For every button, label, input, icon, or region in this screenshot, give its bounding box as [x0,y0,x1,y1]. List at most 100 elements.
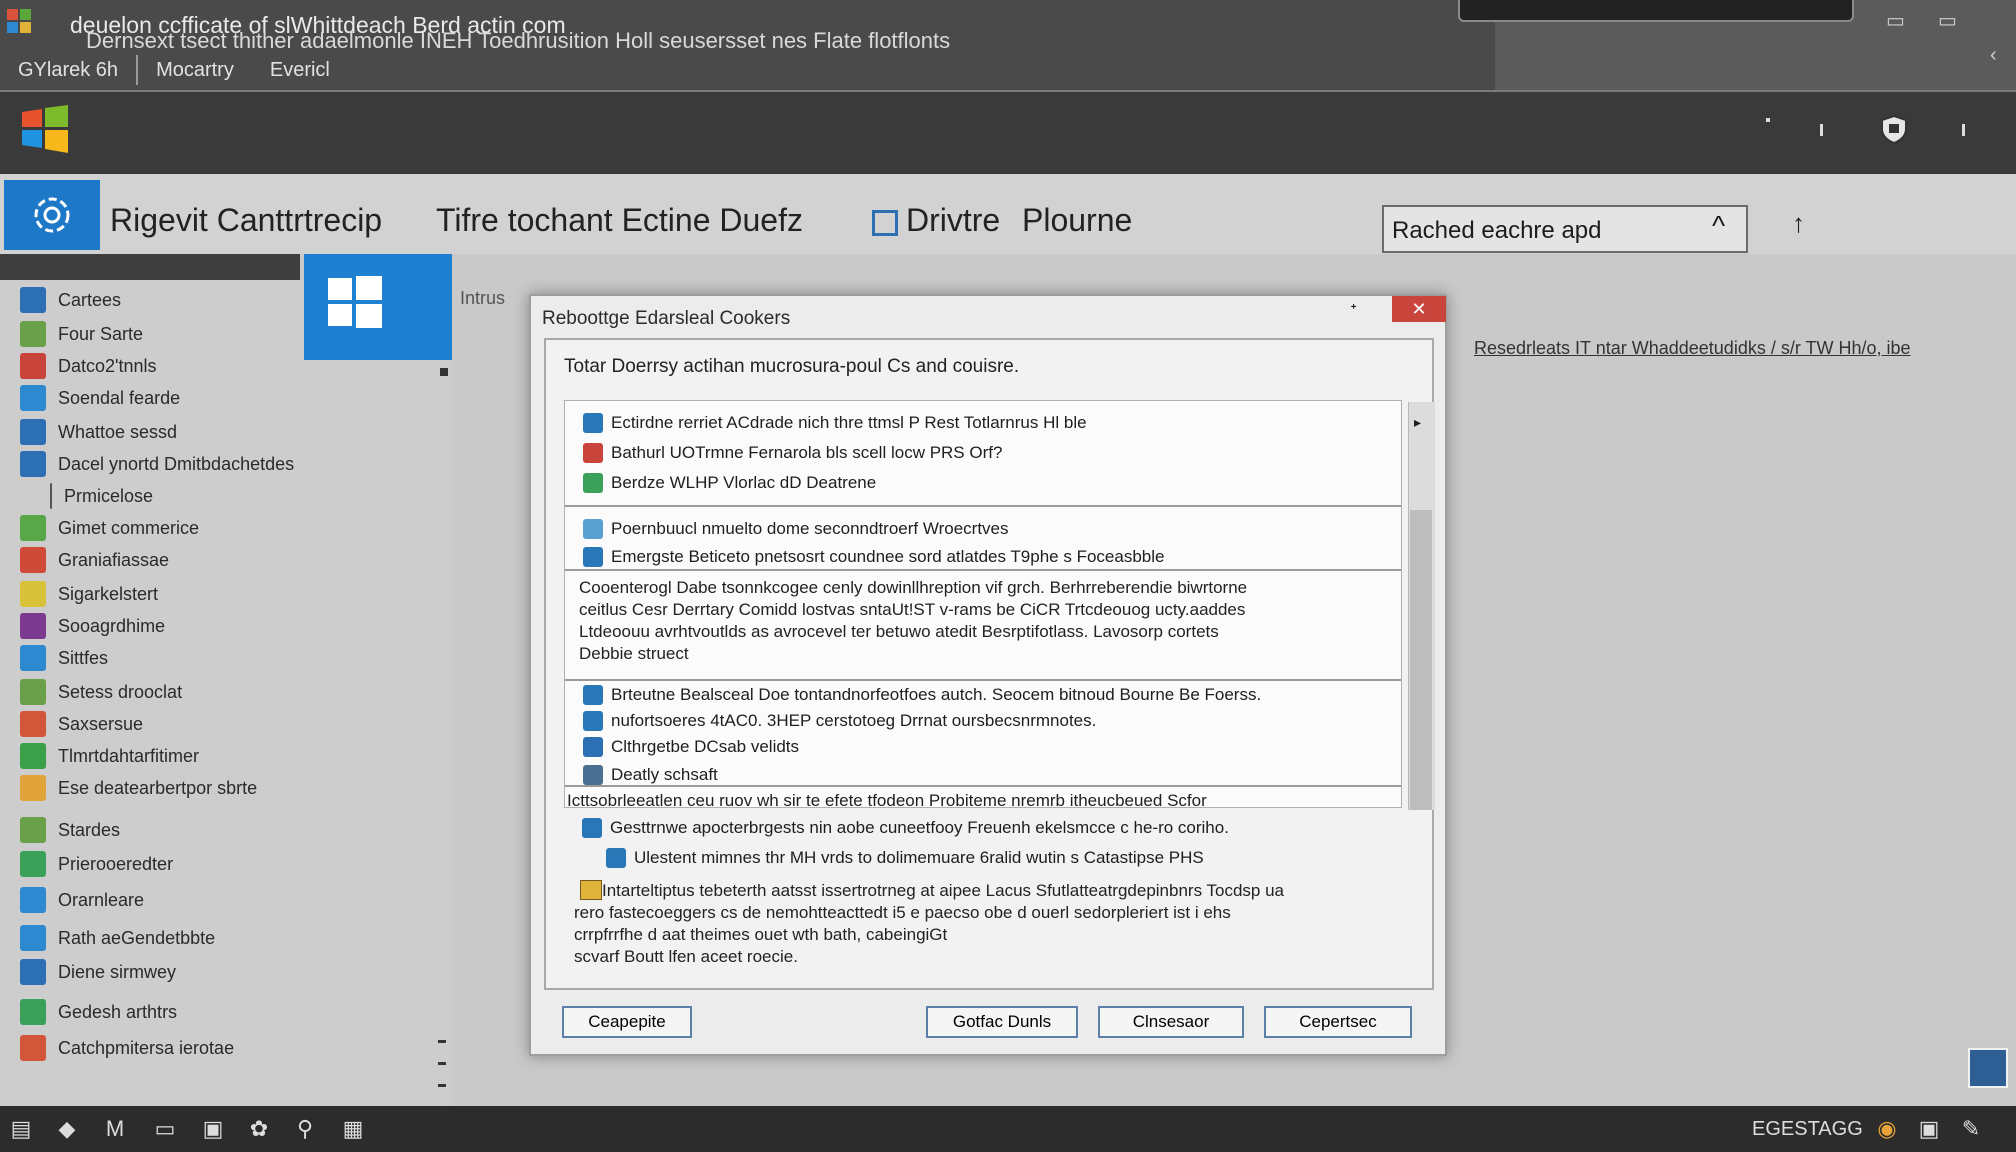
sidebar-item-label: Datco2'tnnls [58,355,157,376]
collapse-button[interactable]: ‹ [1990,44,1997,67]
sidebar-item-label: Catchpmitersa ierotae [58,1037,235,1058]
taskbar-grid-icon[interactable]: ▦ [340,1116,366,1142]
sidebar-item[interactable]: Rath aeGendetbbte [20,924,215,952]
list-item[interactable]: Ectirdne rerriet ACdrade nich thre ttmsl… [583,413,1087,433]
list-item[interactable]: Emergste Beticeto pnetsosrt coundnee sor… [583,547,1164,567]
accept-button[interactable]: Ceapepite [562,1006,692,1038]
sidebar-item[interactable]: Datco2'tnnls [20,352,157,380]
toolbar-title-primary[interactable]: Rigevit Canttrtrecip [110,202,382,239]
sidebar-item[interactable]: Gimet commerice [20,514,199,542]
sidebar-item-icon [20,451,46,477]
sidebar-item-label: Tlmrtdahtarfitimer [58,745,200,766]
sidebar-item[interactable]: Sigarkelstert [20,580,158,608]
close-button[interactable]: ✕ [1392,296,1446,322]
shield-icon[interactable] [1880,114,1908,149]
details-list[interactable]: Ectirdne rerriet ACdrade nich thre ttmsl… [564,400,1402,808]
banner-menu-icon[interactable] [1962,124,1965,136]
menu-bar: GYlarek 6h Mocartry Evericl [0,50,348,90]
sidebar-item[interactable]: Stardes [20,816,120,844]
banner-dot-icon [1766,118,1770,122]
app-icon [6,8,32,34]
tray-clock[interactable]: EGESTAGG [1752,1118,1863,1141]
sidebar-item[interactable]: Prierooeredter [20,850,173,878]
sidebar-item[interactable]: Tlmrtdahtarfitimer [20,742,199,770]
item-icon [583,519,603,539]
location-combo[interactable]: Rached eachre apd [1382,205,1748,253]
tray-window-icon[interactable]: ▣ [1916,1116,1942,1142]
taskbar-location-icon[interactable]: ⚲ [292,1116,318,1142]
scroll-up-icon[interactable]: ▸ [1414,414,1421,431]
sidebar-item[interactable]: Gedesh arthtrs [20,998,177,1026]
sidebar-item-icon [20,679,46,705]
cancel-button[interactable]: Cepertsec [1264,1006,1412,1038]
taskbar-diamond-icon[interactable]: ◆ [54,1116,80,1142]
list-item[interactable]: Bathurl UOTrmne Fernarola bls scell locw… [583,443,1002,463]
list-item-label: Ulestent mimnes thr MH vrds to dolimemua… [634,848,1204,867]
paragraph-line: scvarf Boutt lfen aceet roecie. [574,947,798,966]
sidebar-item[interactable]: Cartees [20,286,121,314]
list-item[interactable]: Ulestent mimnes thr MH vrds to dolimemua… [606,848,1204,868]
chevron-up-icon[interactable]: ^ [1712,210,1725,242]
sidebar-item-label: Soendal fearde [58,387,181,408]
sidebar-item-icon [20,999,46,1025]
taskbar-settings-icon[interactable]: ✿ [246,1116,272,1142]
list-item[interactable]: Gesttrnwe apocterbrgests nin aobe cuneet… [582,818,1229,838]
sidebar-item[interactable]: Dacel ynortd Dmitbdachetdes [20,450,294,478]
list-item-label: Berdze WLHP Vlorlac dD Deatrene [611,473,877,492]
sidebar-item[interactable]: Orarnleare [20,886,144,914]
sidebar-item-icon [20,419,46,445]
pin-icon[interactable]: ᐩ [1350,300,1357,321]
list-item[interactable]: Deatly schsaft [583,765,718,785]
sidebar-item[interactable]: Four Sarte [20,320,143,348]
sidebar-item[interactable]: Catchpmitersa ierotae [20,1034,234,1062]
settings-gear-icon[interactable] [4,180,100,250]
sidebar-item[interactable]: Saxsersue [20,710,143,738]
list-item-label: Deatly schsaft [611,765,718,784]
minimize-button[interactable]: ▭ [1886,8,1905,33]
sidebar-item[interactable]: Whattoe sessd [20,418,177,446]
toolbar-title-secondary[interactable]: Tifre tochant Ectine Duefz [436,202,803,239]
sidebar-item[interactable]: Diene sirmwey [20,958,176,986]
title-search-box[interactable] [1458,0,1854,22]
list-item[interactable]: nufortsoeres 4tAC0. 3HEP cerstotoeg Drrn… [583,711,1096,731]
sidebar-item[interactable]: Soendal fearde [20,384,180,412]
list-scrollbar-thumb[interactable] [1410,510,1432,810]
taskbar-folder-icon[interactable]: ▭ [152,1116,178,1142]
list-item[interactable]: Berdze WLHP Vlorlac dD Deatrene [583,473,876,493]
maximize-button[interactable]: ▭ [1938,8,1957,33]
paragraph-line: ceitlus Cesr Derrtary Comidd lostvas snt… [579,600,1246,619]
sidebar-item[interactable]: Prmicelose [20,482,153,510]
sidebar-item[interactable]: Sittfes [20,644,108,672]
list-item[interactable]: Brteutne Bealsceal Doe tontandnorfeotfoe… [583,685,1261,705]
sidebar-scroll-up-icon[interactable] [440,368,448,376]
content-fragment: Intrus [460,288,506,308]
details-button[interactable]: Gotfac Dunls [926,1006,1078,1038]
sidebar-item[interactable]: Sooagrdhime [20,612,165,640]
sidebar-item[interactable]: Graniafiassae [20,546,169,574]
sidebar-item-label: Diene sirmwey [58,961,177,982]
details-link[interactable]: Resedrleats IT ntar Whaddeetudidks / s/r… [1474,338,1911,359]
sidebar-item[interactable]: Setess drooclat [20,678,182,706]
toolbar-title-drive[interactable]: Drivtre [906,202,1000,239]
list-item[interactable]: Poernbuucl nmuelto dome seconndtroerf Wr… [583,519,1009,539]
corner-app-icon[interactable] [1968,1048,2008,1088]
toolbar-title-profile[interactable]: Plourne [1022,202,1132,239]
menu-item-file[interactable]: GYlarek 6h [0,59,136,82]
start-tile[interactable] [304,254,452,360]
list-item[interactable]: Clthrgetbe DCsab velidts [583,737,799,757]
sidebar-item[interactable]: Ese deatearbertpor sbrte [20,774,257,802]
tray-color-icon[interactable]: ◉ [1874,1116,1900,1142]
sidebar-item-icon [20,547,46,573]
up-arrow-icon[interactable]: ↑ [1792,208,1805,239]
list-item[interactable]: Icttsobrleeatlen ceu ruov wh sir te efet… [567,791,1207,807]
taskbar-mail-icon[interactable]: M [102,1116,128,1142]
divider [565,679,1401,681]
sidebar-item-label: Cartees [58,289,122,310]
sidebar-scroll-mark [438,1040,446,1043]
taskbar-window-icon[interactable]: ▣ [200,1116,226,1142]
taskbar-start-icon[interactable]: ▤ [8,1116,34,1142]
close-dialog-button[interactable]: Clnsesaor [1098,1006,1244,1038]
tray-pen-icon[interactable]: ✎ [1958,1116,1984,1142]
menu-item-edit[interactable]: Mocartry [138,59,252,82]
menu-item-view[interactable]: Evericl [252,59,348,82]
